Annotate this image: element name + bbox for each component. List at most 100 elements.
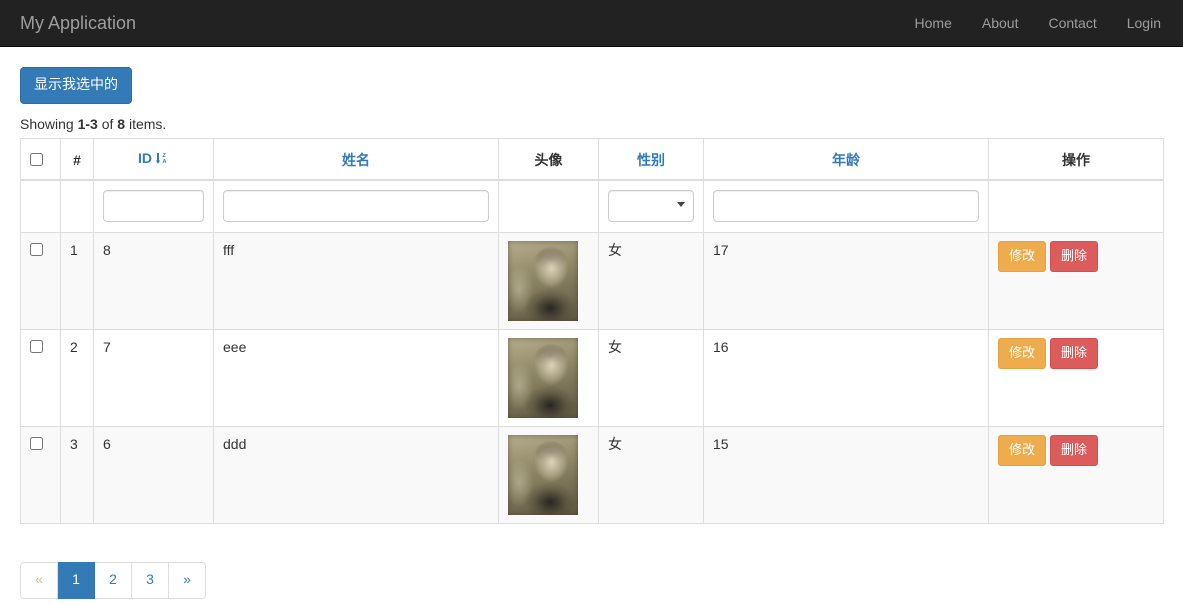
row-checkbox[interactable]	[30, 436, 43, 450]
pagination-prev[interactable]: «	[20, 561, 58, 599]
grid-body: 1 8 fff 女 17 修改 删除 2 7 eee 女 16 修改 删除 3 …	[20, 231, 1164, 524]
row-actions: 修改 删除	[988, 425, 1164, 524]
header-name-sort-link[interactable]: 姓名	[342, 152, 370, 168]
navbar-brand[interactable]: My Application	[0, 0, 151, 46]
summary-prefix: Showing	[20, 115, 78, 132]
delete-button[interactable]: 删除	[1050, 240, 1099, 273]
row-number: 1	[60, 231, 94, 330]
filter-id-input[interactable]	[103, 189, 204, 222]
summary-range: 1-3	[77, 115, 98, 132]
summary-suffix: items.	[125, 115, 167, 132]
row-actions: 修改 删除	[988, 231, 1164, 330]
pagination-page-2-link[interactable]: 2	[95, 561, 132, 599]
table-row: 3 6 ddd 女 15 修改 删除	[20, 425, 1164, 524]
filter-row	[20, 179, 1164, 233]
svg-text:A: A	[163, 159, 167, 165]
pagination-next-link[interactable]: »	[169, 561, 206, 599]
header-age-sort-link[interactable]: 年龄	[832, 152, 860, 168]
edit-button[interactable]: 修改	[998, 337, 1047, 370]
edit-button[interactable]: 修改	[998, 240, 1047, 273]
header-avatar: 头像	[498, 137, 599, 181]
row-avatar-cell	[498, 328, 599, 427]
filter-cell-check	[20, 179, 61, 233]
row-select-cell	[20, 231, 61, 330]
select-all-checkbox[interactable]	[30, 152, 43, 166]
show-selected-button[interactable]: 显示我选中的	[20, 67, 132, 104]
avatar	[508, 240, 578, 321]
filter-cell-num	[60, 179, 94, 233]
row-sex: 女	[598, 328, 704, 427]
row-select-cell	[20, 328, 61, 427]
row-name: eee	[213, 328, 499, 427]
pagination-page-1[interactable]: 1	[58, 561, 95, 599]
row-id: 6	[93, 425, 214, 524]
row-number: 3	[60, 425, 94, 524]
header-select-all	[20, 137, 61, 181]
avatar	[508, 337, 578, 418]
row-checkbox[interactable]	[30, 242, 43, 256]
row-select-cell	[20, 425, 61, 524]
filter-name-input[interactable]	[223, 189, 489, 222]
filter-cell-actions	[988, 179, 1164, 233]
header-name: 姓名	[213, 137, 499, 181]
row-sex: 女	[598, 231, 704, 330]
row-age: 15	[703, 425, 989, 524]
filter-cell-age	[703, 179, 989, 233]
main-content: 显示我选中的 Showing 1-3 of 8 items. # ID Z A 姓名…	[0, 47, 1183, 599]
header-sex: 性别	[598, 137, 704, 181]
row-name: ddd	[213, 425, 499, 524]
row-actions: 修改 删除	[988, 328, 1164, 427]
filter-sex-select[interactable]	[608, 189, 694, 222]
pagination-list: « 1 2 3 »	[20, 561, 206, 599]
filter-sex-wrapper	[608, 189, 694, 222]
pagination-page-2[interactable]: 2	[95, 561, 132, 599]
header-age: 年龄	[703, 137, 989, 181]
pagination-page-3-link[interactable]: 3	[132, 561, 169, 599]
summary-total: 8	[117, 115, 126, 132]
pagination: « 1 2 3 »	[20, 561, 206, 599]
header-id-sort-link[interactable]: ID	[138, 150, 152, 166]
row-number: 2	[60, 328, 94, 427]
nav-link-home[interactable]: Home	[900, 0, 967, 46]
filter-cell-id	[93, 179, 214, 233]
row-age: 17	[703, 231, 989, 330]
nav-link-login[interactable]: Login	[1112, 0, 1176, 46]
pagination-page-1-link[interactable]: 1	[58, 561, 95, 599]
data-grid: # ID Z A 姓名 头像 性别 年龄 操作 1 8 fff 女 17 修改 …	[20, 137, 1164, 524]
pagination-prev-link[interactable]: «	[20, 561, 58, 599]
pagination-page-3[interactable]: 3	[132, 561, 169, 599]
header-id: ID Z A	[93, 137, 214, 181]
avatar	[508, 434, 578, 515]
navbar: My Application Home About Contact Login	[0, 0, 1183, 47]
edit-button[interactable]: 修改	[998, 434, 1047, 467]
header-actions: 操作	[988, 137, 1164, 181]
table-row: 1 8 fff 女 17 修改 删除	[20, 231, 1164, 330]
row-checkbox[interactable]	[30, 339, 43, 353]
filter-cell-avatar	[498, 179, 599, 233]
nav-link-about[interactable]: About	[967, 0, 1034, 46]
grid-summary: Showing 1-3 of 8 items.	[20, 115, 1163, 135]
row-avatar-cell	[498, 425, 599, 524]
filter-cell-name	[213, 179, 499, 233]
header-row-number: #	[60, 137, 94, 181]
row-avatar-cell	[498, 231, 599, 330]
pagination-next[interactable]: »	[169, 561, 206, 599]
filter-cell-sex	[598, 179, 704, 233]
sort-amount-desc-icon: ZA	[156, 151, 169, 171]
nav-link-contact[interactable]: Contact	[1033, 0, 1111, 46]
row-id: 8	[93, 231, 214, 330]
row-name: fff	[213, 231, 499, 330]
navbar-nav: Home About Contact Login	[900, 0, 1176, 46]
delete-button[interactable]: 删除	[1050, 337, 1099, 370]
row-age: 16	[703, 328, 989, 427]
row-sex: 女	[598, 425, 704, 524]
table-row: 2 7 eee 女 16 修改 删除	[20, 328, 1164, 427]
summary-middle: of	[97, 115, 118, 132]
filter-age-input[interactable]	[713, 189, 979, 222]
header-id-label: ID	[138, 149, 152, 166]
delete-button[interactable]: 删除	[1050, 434, 1099, 467]
row-id: 7	[93, 328, 214, 427]
header-row: # ID Z A 姓名 头像 性别 年龄 操作	[20, 137, 1164, 181]
grid-header: # ID Z A 姓名 头像 性别 年龄 操作	[20, 137, 1164, 233]
header-sex-sort-link[interactable]: 性别	[637, 152, 665, 168]
